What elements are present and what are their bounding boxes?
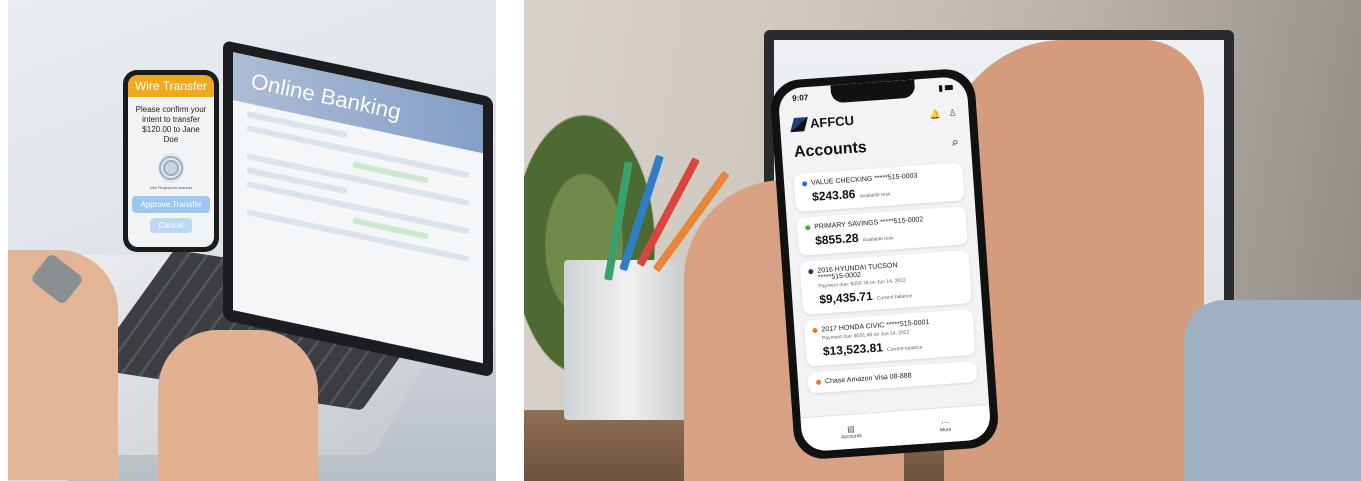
app-bar-actions: 🔔 ♙ [929, 108, 957, 121]
photo-laptop-wire-transfer: Online Banking Wire Transfer Please conf… [8, 0, 496, 481]
approve-transfer-button: Approve Transfer [132, 196, 210, 213]
tab-accounts: ▤ Accounts [840, 424, 862, 440]
account-balance: $855.28 [814, 230, 859, 248]
fingerprint-icon [158, 153, 184, 183]
phone-affcu-app: 9:07 ▮ AFFCU 🔔 ♙ Accounts ⌕ VALUE CHECKI… [768, 67, 1001, 461]
cancel-button: Cancel [150, 218, 192, 233]
tab-label: More [939, 426, 952, 434]
account-balance: $13,523.81 [822, 340, 884, 359]
phone-wire-transfer: Wire Transfer Please confirm your intent… [123, 70, 219, 252]
account-dot [808, 268, 814, 275]
status-icons: ▮ [938, 83, 954, 93]
account-dot [802, 181, 808, 187]
bank-text-line [247, 181, 469, 235]
search-icon: ⌕ [951, 134, 960, 149]
affcu-logo-icon [790, 116, 808, 132]
bell-icon: 🔔 [929, 108, 941, 120]
account-card: PRIMARY SAVINGS *****515-0002 $855.28 Av… [796, 206, 968, 256]
account-card: VALUE CHECKING *****515-0003 $243.86 Ava… [793, 162, 965, 213]
balance-label: Current balance [876, 293, 913, 302]
pencil-cup [564, 260, 694, 420]
account-balance: $243.86 [811, 186, 856, 204]
profile-icon: ♙ [948, 107, 957, 119]
screen-title: Accounts [793, 138, 868, 162]
wire-transfer-message: Please confirm your intent to transfer $… [135, 105, 207, 144]
fingerprint-label: Use Fingerprint scanner [149, 185, 193, 190]
signal-icon: ▮ [938, 83, 944, 93]
brand-name: AFFCU [809, 112, 855, 131]
account-dot [805, 225, 811, 231]
laptop-screen: Online Banking [223, 40, 493, 378]
photo-mobile-banking-app: 9:07 ▮ AFFCU 🔔 ♙ Accounts ⌕ VALUE CHECKI… [524, 0, 1361, 481]
typing-hand [158, 330, 318, 481]
status-time: 9:07 [791, 92, 809, 104]
tab-bar: ▤ Accounts ⋯ More [800, 404, 992, 453]
battery-icon [944, 84, 954, 91]
account-card: 2017 HONDA CIVIC *****515-0001 Payment d… [803, 308, 976, 367]
phone-screen: Wire Transfer Please confirm your intent… [128, 75, 214, 247]
phone-screen: 9:07 ▮ AFFCU 🔔 ♙ Accounts ⌕ VALUE CHECKI… [777, 75, 992, 453]
online-banking-header: Online Banking [233, 52, 483, 154]
tab-more: ⋯ More [939, 417, 952, 434]
wire-transfer-header: Wire Transfer [128, 75, 214, 97]
balance-label: Available now [859, 191, 891, 200]
sleeve [1184, 300, 1361, 481]
account-dot [812, 327, 818, 334]
online-banking-page: Online Banking [233, 52, 483, 364]
account-card: 2016 HYUNDAI TUCSON *****515-0002 Paymen… [799, 250, 972, 315]
balance-label: Available now [862, 235, 894, 244]
account-name: Chase Amazon Visa 08-888 [824, 372, 912, 386]
balance-label: Current balance [886, 344, 923, 354]
tab-label: Accounts [840, 432, 862, 440]
account-balance: $9,435.71 [818, 288, 874, 307]
account-name-row: Chase Amazon Visa 08-888 [815, 368, 969, 386]
bank-text-line [247, 209, 469, 263]
account-dot [815, 379, 822, 386]
account-card: Chase Amazon Visa 08-888 [807, 360, 978, 394]
